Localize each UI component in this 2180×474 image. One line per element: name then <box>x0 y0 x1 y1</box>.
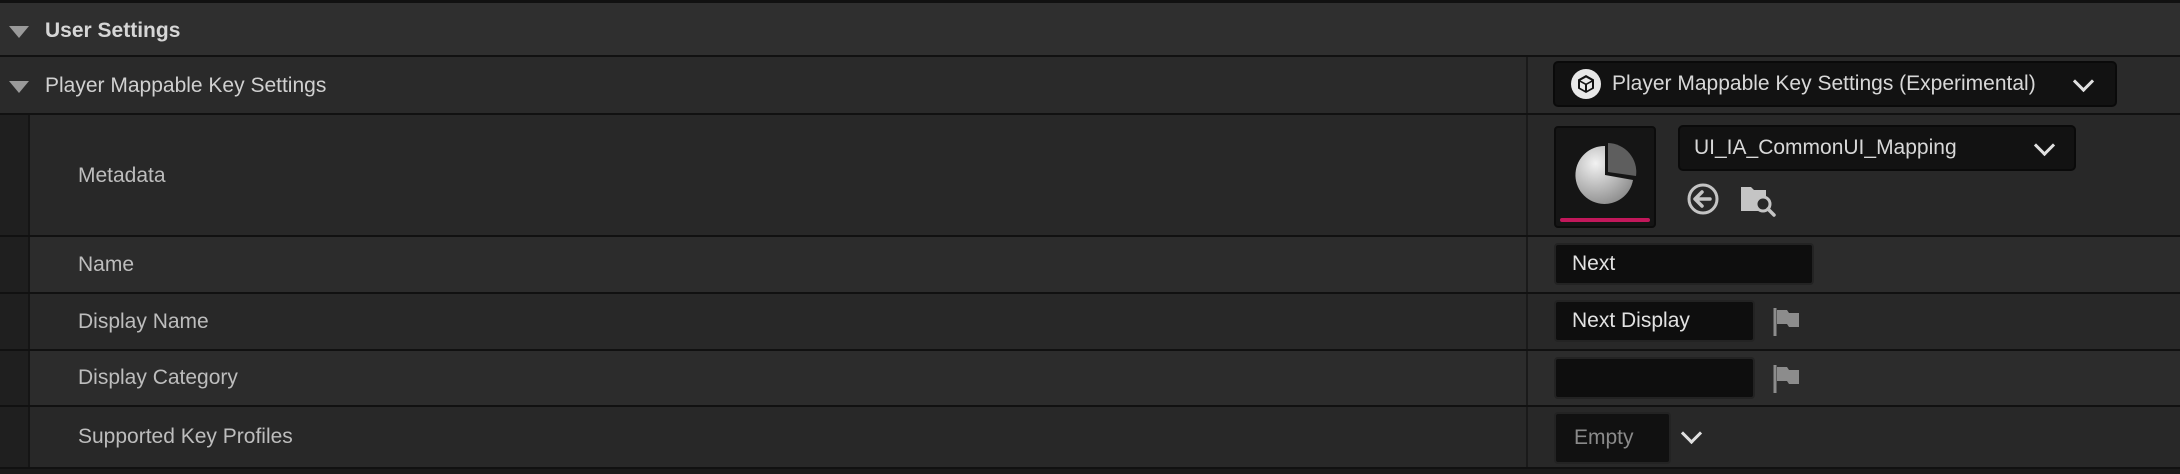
collapse-caret-icon[interactable] <box>9 26 29 38</box>
property-row-display-name: Display Name Next Display <box>0 294 2180 351</box>
indent-bar <box>0 294 30 349</box>
display-name-field-value: Next Display <box>1572 309 1690 332</box>
details-panel: User Settings Player Mappable Key Settin… <box>0 0 2180 474</box>
browse-asset-icon[interactable] <box>1738 180 1776 218</box>
key-profiles-array-field: Empty <box>1554 412 1671 464</box>
property-row-name: Name Next <box>0 237 2180 294</box>
property-label-supported-key-profiles: Supported Key Profiles <box>78 425 293 448</box>
property-label-name: Name <box>78 253 135 276</box>
class-picker-combo[interactable]: Player Mappable Key Settings (Experiment… <box>1553 61 2117 107</box>
section-title: User Settings <box>45 19 181 42</box>
property-row-metadata: Metadata UI_IA_CommonUI_Mapping <box>0 115 2180 237</box>
display-category-field[interactable] <box>1554 357 1755 399</box>
cube-icon <box>1571 69 1601 99</box>
display-name-field[interactable]: Next Display <box>1554 300 1755 342</box>
column-divider[interactable] <box>1526 57 1528 113</box>
column-divider[interactable] <box>1526 351 1528 405</box>
indent-bar <box>0 351 30 405</box>
column-divider[interactable] <box>1526 294 1528 349</box>
use-selected-icon[interactable] <box>1685 181 1721 217</box>
property-label-display-name: Display Name <box>78 310 209 333</box>
asset-picker-value: UI_IA_CommonUI_Mapping <box>1694 136 1957 159</box>
key-profiles-empty-text: Empty <box>1574 426 1634 449</box>
chevron-down-icon[interactable] <box>1680 422 1703 445</box>
pie-asset-icon <box>1575 143 1637 204</box>
expand-caret-icon[interactable] <box>9 81 29 93</box>
indent-bar <box>0 115 30 235</box>
property-row-display-category: Display Category <box>0 351 2180 407</box>
category-label: Player Mappable Key Settings <box>45 74 327 97</box>
asset-picker-combo[interactable]: UI_IA_CommonUI_Mapping <box>1678 125 2076 171</box>
name-field-value: Next <box>1572 252 1616 275</box>
name-field[interactable]: Next <box>1554 243 1814 285</box>
indent-bar <box>0 237 30 292</box>
section-header-user-settings[interactable]: User Settings <box>0 0 2180 57</box>
property-label-metadata: Metadata <box>78 164 166 187</box>
column-divider[interactable] <box>1526 115 1528 235</box>
column-divider[interactable] <box>1526 407 1528 467</box>
localization-flag-icon[interactable] <box>1770 363 1802 395</box>
property-label-display-category: Display Category <box>78 366 238 389</box>
chevron-down-icon <box>2033 134 2056 157</box>
indent-bar <box>0 407 30 467</box>
asset-type-color-bar <box>1560 218 1650 222</box>
column-divider[interactable] <box>1526 237 1528 292</box>
localization-flag-icon[interactable] <box>1770 306 1802 338</box>
class-picker-value: Player Mappable Key Settings (Experiment… <box>1612 72 2036 95</box>
asset-thumbnail[interactable] <box>1554 126 1656 228</box>
chevron-down-icon <box>2072 70 2095 93</box>
property-row-supported-key-profiles: Supported Key Profiles Empty <box>0 407 2180 469</box>
category-row-player-mappable-key-settings: Player Mappable Key Settings Player Mapp… <box>0 57 2180 115</box>
